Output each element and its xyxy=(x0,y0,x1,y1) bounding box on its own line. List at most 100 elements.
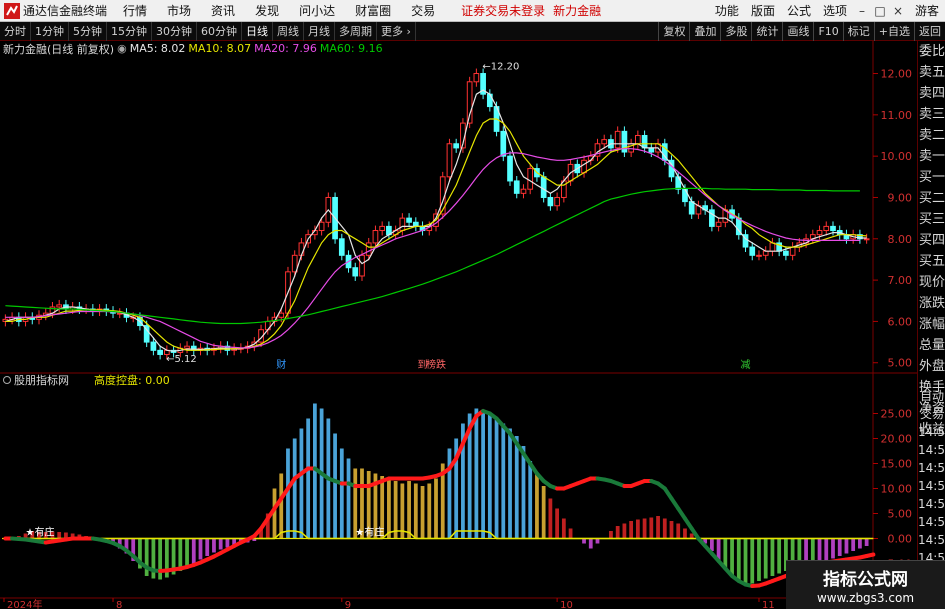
candle-body xyxy=(500,130,507,157)
candle-body xyxy=(756,254,762,257)
tf-more-label: 更多 xyxy=(381,24,403,38)
indicator-bar xyxy=(750,538,755,584)
tool-back-button[interactable]: 返回 xyxy=(914,22,945,41)
side-change[interactable]: 涨跌 xyxy=(918,293,945,314)
indicator-bar xyxy=(656,516,660,539)
guest-button[interactable]: 游客 xyxy=(915,2,939,19)
tool-stats-button[interactable]: 统计 xyxy=(751,22,782,41)
indicator-bar xyxy=(205,538,210,556)
menu-item-trade[interactable]: 交易 xyxy=(411,2,435,19)
side-ask5[interactable]: 卖五 xyxy=(918,62,945,83)
side-trade[interactable]: 交易 xyxy=(918,405,945,423)
date-tick-label-2: 9 xyxy=(345,600,351,609)
menu-item-wealth[interactable]: 财富圈 xyxy=(355,2,391,19)
price-tick-label-1: 6.00 xyxy=(888,315,913,328)
indicator-bar xyxy=(413,483,418,539)
menu-item-discover[interactable]: 发现 xyxy=(255,2,279,19)
tf-15min[interactable]: 15分钟 xyxy=(107,21,152,41)
side-change-pct[interactable]: 涨幅 xyxy=(918,314,945,335)
side-bid3[interactable]: 买三 xyxy=(918,209,945,230)
tf-daily[interactable]: 日线 xyxy=(242,21,273,41)
menu-item-layout[interactable]: 版面 xyxy=(751,2,775,19)
ind-tick-label-6: 25.00 xyxy=(881,408,913,421)
indicator-bar xyxy=(858,538,862,549)
ind-tick-label-4: 15.00 xyxy=(881,458,913,471)
tf-5min[interactable]: 5分钟 xyxy=(69,21,107,41)
indicator-bar xyxy=(548,498,553,539)
side-order-ratio[interactable]: 委比 xyxy=(918,41,945,62)
side-price[interactable]: 现价 xyxy=(918,272,945,293)
candle-body xyxy=(157,349,163,355)
candle-body xyxy=(513,180,520,194)
side-ask3[interactable]: 卖三 xyxy=(918,104,945,125)
login-alert[interactable]: 证券交易未登录 xyxy=(461,2,545,19)
period-toolbar: 分时 1分钟 5分钟 15分钟 30分钟 60分钟 日线 周线 月线 多周期 更… xyxy=(0,21,945,41)
candle-body xyxy=(372,230,379,244)
side-ask4[interactable]: 卖四 xyxy=(918,83,945,104)
date-tick-label-0: 2024年 xyxy=(7,598,42,609)
side-bid4[interactable]: 买四 xyxy=(918,230,945,251)
tool-adjust-button[interactable]: 复权 xyxy=(658,22,689,41)
candle-body xyxy=(412,221,419,227)
candle-body xyxy=(830,225,836,232)
close-icon[interactable]: × xyxy=(889,4,907,18)
side-outer[interactable]: 外盘 xyxy=(918,356,945,377)
chart-area[interactable]: 5.006.007.008.009.0010.0011.0012.00-5.00… xyxy=(0,41,917,609)
indicator-bar xyxy=(541,486,546,539)
settings-gear-icon[interactable]: ◉ xyxy=(117,42,127,55)
indicator-bar xyxy=(831,538,835,559)
side-ask2[interactable]: 卖二 xyxy=(918,125,945,146)
menu-item-options[interactable]: 选项 xyxy=(823,2,847,19)
tf-multi-period[interactable]: 多周期 xyxy=(335,21,377,41)
indicator-bar xyxy=(144,538,149,576)
event-mark-3: 减 xyxy=(741,359,751,371)
candle-body xyxy=(769,242,776,252)
minimize-icon[interactable]: – xyxy=(853,4,871,18)
candle-body xyxy=(816,230,823,236)
side-bid5[interactable]: 买五 xyxy=(918,251,945,272)
indicator-bar xyxy=(333,433,337,539)
ind-tick-label-2: 5.00 xyxy=(888,508,913,521)
maximize-icon[interactable]: □ xyxy=(871,4,889,18)
right-menu: 功能 版面 公式 选项 – □ × 游客 xyxy=(709,0,945,21)
menu-item-markets[interactable]: 市场 xyxy=(167,2,191,19)
tool-draw-button[interactable]: 画线 xyxy=(782,22,813,41)
tf-60min[interactable]: 60分钟 xyxy=(197,21,242,41)
candle-body xyxy=(406,217,412,223)
menu-item-market[interactable]: 行情 xyxy=(123,2,147,19)
menu-item-news[interactable]: 资讯 xyxy=(211,2,235,19)
side-bid1[interactable]: 买一 xyxy=(918,167,945,188)
tf-minute-chart[interactable]: 分时 xyxy=(0,21,31,41)
candle-body xyxy=(540,176,547,198)
candle-body xyxy=(318,221,325,232)
price-tick-label-3: 8.00 xyxy=(888,233,913,246)
tool-watchlist-button[interactable]: +自选 xyxy=(873,22,914,41)
tool-overlay-button[interactable]: 叠加 xyxy=(689,22,720,41)
candle-body xyxy=(863,238,870,241)
candle-body xyxy=(749,246,756,256)
side-auto[interactable]: 自动 xyxy=(918,387,945,405)
side-bid2[interactable]: 买二 xyxy=(918,188,945,209)
tf-weekly[interactable]: 周线 xyxy=(273,21,304,41)
indicator-bar xyxy=(528,461,533,539)
tf-more[interactable]: 更多 › xyxy=(377,21,416,41)
watermark: 指标公式网 www.zbgs3.com xyxy=(786,560,945,609)
menu-item-formula[interactable]: 公式 xyxy=(787,2,811,19)
tool-multi-stock-button[interactable]: 多股 xyxy=(720,22,751,41)
tf-monthly[interactable]: 月线 xyxy=(304,21,335,41)
side-volume[interactable]: 总量 xyxy=(918,335,945,356)
tf-1min[interactable]: 1分钟 xyxy=(31,21,69,41)
indicator-bar xyxy=(757,538,761,581)
indicator-bar xyxy=(676,523,681,539)
menu-item-ask[interactable]: 问小达 xyxy=(299,2,335,19)
candle-body xyxy=(581,159,587,174)
tf-30min[interactable]: 30分钟 xyxy=(152,21,197,41)
chart-svg[interactable]: 5.006.007.008.009.0010.0011.0012.00-5.00… xyxy=(0,41,917,609)
menu-item-functions[interactable]: 功能 xyxy=(715,2,739,19)
tool-mark-button[interactable]: 标记 xyxy=(842,22,874,41)
side-ask1[interactable]: 卖一 xyxy=(918,146,945,167)
indicator-bar xyxy=(420,486,425,539)
indicator-bar xyxy=(844,538,849,554)
tool-f10-button[interactable]: F10 xyxy=(813,22,842,41)
stock-title: 新力金融(日线 前复权) xyxy=(3,42,115,56)
